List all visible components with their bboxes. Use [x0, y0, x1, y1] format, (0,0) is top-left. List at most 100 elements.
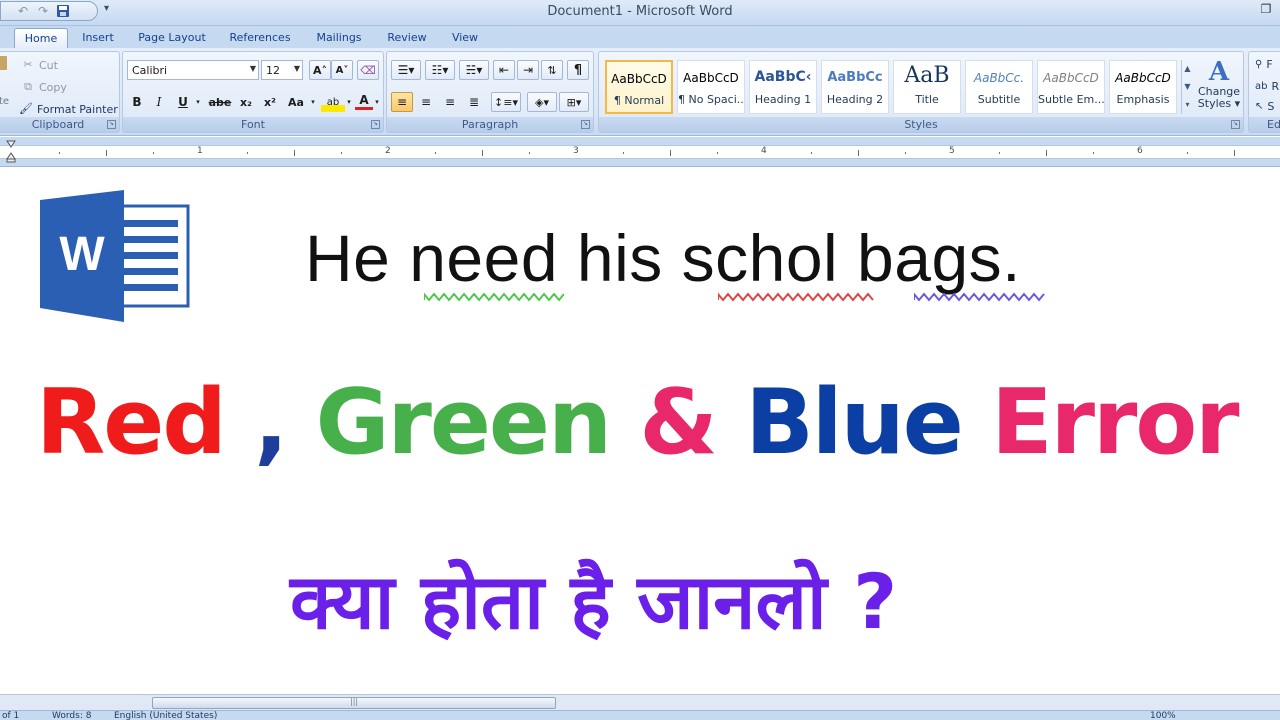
page-count[interactable]: of 1 — [2, 711, 19, 720]
status-bar: of 1 Words: 8 English (United States) 10… — [0, 710, 1280, 720]
style-title[interactable]: AaB Title — [893, 60, 961, 114]
style-subtitle[interactable]: AaBbCc. Subtitle — [965, 60, 1033, 114]
document-page[interactable]: W He need his schol bags. Red , Green & … — [0, 168, 1280, 694]
clipboard-group-label: Clipboard — [0, 117, 119, 132]
change-styles-label-2: Styles ▾ — [1197, 97, 1241, 110]
align-left-button[interactable]: ≡ — [391, 92, 413, 112]
decrease-indent-button[interactable]: ⇤ — [493, 60, 515, 80]
zoom-level[interactable]: 100% — [1150, 711, 1176, 720]
word-window: ↶ ↷ ▾ Document1 - Microsoft Word ❐ Home … — [0, 0, 1280, 720]
select-button[interactable]: ↖ S — [1255, 100, 1274, 113]
grammar-squiggle-green — [424, 292, 564, 302]
ruler-tick — [482, 150, 483, 156]
shrink-font-button[interactable]: A˅ — [331, 60, 353, 80]
line-spacing-button[interactable]: ↕≡▾ — [491, 92, 521, 112]
paste-label[interactable]: te — [0, 96, 9, 107]
tab-page-layout[interactable]: Page Layout — [130, 28, 214, 48]
ruler-tick — [1046, 150, 1047, 156]
find-button[interactable]: ⚲ F — [1255, 58, 1273, 71]
highlight-dropdown-icon[interactable]: ▾ — [345, 92, 353, 112]
replace-button[interactable]: ab R — [1255, 80, 1279, 93]
tab-mailings[interactable]: Mailings — [306, 28, 372, 48]
style-sample: AaBbCc — [827, 70, 883, 85]
font-launcher-icon[interactable]: ↘ — [371, 120, 380, 129]
subscript-button[interactable]: x₂ — [235, 92, 257, 112]
tab-insert[interactable]: Insert — [72, 28, 124, 48]
tab-view[interactable]: View — [440, 28, 490, 48]
change-case-dropdown-icon[interactable]: ▾ — [309, 92, 317, 112]
style-sample: AaBbC‹ — [754, 69, 812, 85]
select-label: S — [1267, 100, 1275, 113]
increase-indent-button[interactable]: ⇥ — [517, 60, 539, 80]
paragraph-group: ☰▾ ☷▾ ☵▾ ⇤ ⇥ ⇅ ¶ ≡ ≡ ≡ ≣ ↕≡▾ ◈▾ ⊞▾ Parag… — [386, 51, 594, 133]
ruler-number: 6 — [1137, 146, 1143, 156]
copy-button[interactable]: ⧉ Copy — [21, 80, 67, 94]
editing-group-label: Ed — [1249, 117, 1280, 132]
format-painter-button[interactable]: 🖌 Format Painter — [19, 102, 118, 116]
change-styles-button[interactable]: A Change Styles ▾ — [1197, 58, 1241, 118]
align-center-button[interactable]: ≡ — [415, 92, 437, 112]
horizontal-scrollbar[interactable]: ||| — [0, 694, 1280, 710]
tab-home[interactable]: Home — [14, 28, 68, 48]
style-emphasis[interactable]: AaBbCcD Emphasis — [1109, 60, 1177, 114]
italic-button[interactable]: I — [149, 92, 169, 112]
borders-button[interactable]: ⊞▾ — [559, 92, 589, 112]
language[interactable]: English (United States) — [114, 711, 217, 720]
show-marks-button[interactable]: ¶ — [567, 60, 589, 80]
font-name-combo[interactable]: Calibri ▼ — [127, 60, 259, 80]
tab-review[interactable]: Review — [380, 28, 434, 48]
highlight-button[interactable]: ab — [321, 92, 345, 112]
clipboard-group: te ✂ Cut ⧉ Copy 🖌 Format Painter Clipboa… — [0, 51, 120, 133]
style-sample: AaB — [904, 63, 950, 88]
style-name: Title — [915, 93, 939, 106]
bullet-list-icon: ☰▾ — [397, 63, 415, 77]
restore-window-icon[interactable]: ❐ — [1256, 2, 1276, 18]
indent-marker-icon[interactable] — [6, 139, 16, 163]
styles-launcher-icon[interactable]: ↘ — [1231, 120, 1240, 129]
paragraph-launcher-icon[interactable]: ↘ — [581, 120, 590, 129]
window-title: Document1 - Microsoft Word — [547, 4, 733, 19]
horizontal-ruler[interactable]: 1 2 3 4 5 6 — [0, 145, 1280, 159]
style-no-spacing[interactable]: AaBbCcD ¶ No Spaci... — [677, 60, 745, 114]
style-heading-1[interactable]: AaBbC‹ Heading 1 — [749, 60, 817, 114]
numbering-button[interactable]: ☷▾ — [425, 60, 455, 80]
underline-button[interactable]: U — [173, 92, 193, 112]
cut-button[interactable]: ✂ Cut — [21, 58, 58, 72]
font-size-combo[interactable]: 12 ▼ — [261, 60, 303, 80]
strikethrough-button[interactable]: abe — [207, 92, 233, 112]
style-subtle-emphasis[interactable]: AaBbCcD Subtle Em... — [1037, 60, 1105, 114]
multilevel-list-button[interactable]: ☵▾ — [459, 60, 489, 80]
bold-button[interactable]: B — [127, 92, 147, 112]
styles-group-label: Styles — [599, 117, 1243, 132]
replace-label: R — [1271, 80, 1280, 93]
bullets-button[interactable]: ☰▾ — [391, 60, 421, 80]
font-size-value: 12 — [266, 64, 280, 77]
shading-button[interactable]: ◈▾ — [527, 92, 557, 112]
styles-scroll[interactable]: ▲ ▼ ▾ — [1181, 60, 1193, 114]
headline-ampersand: & — [610, 370, 746, 475]
justify-button[interactable]: ≣ — [463, 92, 485, 112]
paintbrush-icon: 🖌 — [19, 102, 33, 115]
align-right-button[interactable]: ≡ — [439, 92, 461, 112]
clear-formatting-button[interactable]: ⌫ — [357, 60, 379, 80]
word-count[interactable]: Words: 8 — [52, 711, 91, 720]
ruler-tick — [341, 152, 342, 154]
paste-button[interactable] — [0, 56, 7, 70]
clipboard-launcher-icon[interactable]: ↘ — [107, 120, 116, 129]
font-color-button[interactable]: A — [355, 92, 373, 110]
decrease-indent-icon: ⇤ — [498, 63, 510, 77]
grow-font-button[interactable]: A˄ — [309, 60, 331, 80]
headline-error: Error — [961, 370, 1239, 475]
style-normal[interactable]: AaBbCcD ¶ Normal — [605, 60, 673, 114]
underline-dropdown-icon[interactable]: ▾ — [193, 92, 203, 112]
ruler-tick — [717, 152, 718, 154]
word-bags: bags. — [857, 221, 1021, 295]
tab-references[interactable]: References — [220, 28, 300, 48]
change-case-button[interactable]: Aa — [283, 92, 309, 112]
style-sample: AaBbCc. — [973, 71, 1025, 85]
superscript-button[interactable]: x² — [259, 92, 281, 112]
sort-button[interactable]: ⇅ — [541, 60, 563, 80]
font-color-dropdown-icon[interactable]: ▾ — [373, 92, 381, 112]
style-heading-2[interactable]: AaBbCc Heading 2 — [821, 60, 889, 114]
title-bar: ↶ ↷ ▾ Document1 - Microsoft Word ❐ — [0, 0, 1280, 26]
